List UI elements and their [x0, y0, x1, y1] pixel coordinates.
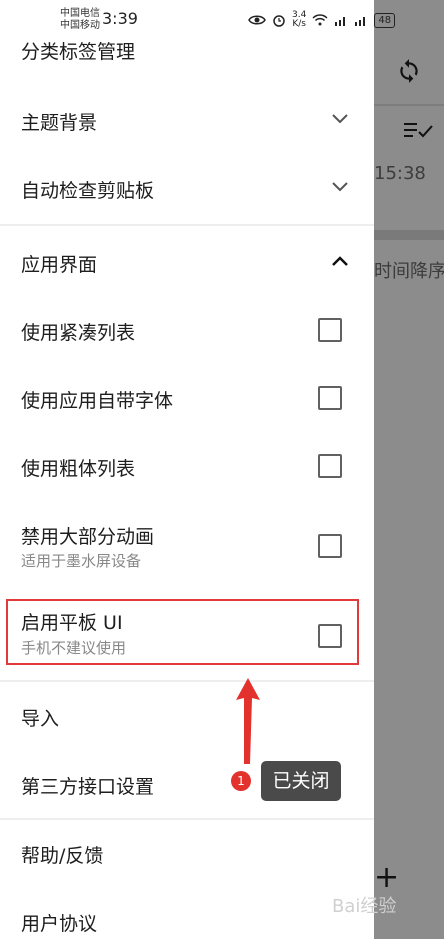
carrier-2: 中国移动 [60, 20, 100, 31]
background-sort-order: 时间降序 [374, 261, 444, 282]
setting-app-font[interactable]: 使用应用自带字体 [0, 376, 374, 420]
divider [0, 224, 374, 226]
red-arrow-icon [236, 678, 260, 764]
menu-item-help-feedback[interactable]: 帮助/反馈 [0, 832, 374, 876]
menu-item-user-agreement[interactable]: 用户协议 [0, 900, 374, 939]
chevron-down-icon [332, 182, 348, 192]
setting-label: 禁用大部分动画 [21, 526, 155, 548]
setting-disable-animation[interactable]: 禁用大部分动画 适用于墨水屏设备 [0, 518, 374, 574]
menu-item-import[interactable]: 导入 [0, 696, 374, 740]
divider [0, 680, 374, 682]
setting-label: 使用应用自带字体 [21, 390, 174, 412]
chevron-up-icon [332, 256, 348, 266]
signal-icon [335, 17, 346, 26]
compact-list-checkbox[interactable] [318, 318, 342, 342]
app-font-checkbox[interactable] [318, 386, 342, 410]
battery-icon: 48 [374, 12, 396, 28]
menu-item-label: 导入 [21, 708, 60, 730]
eye-icon [248, 15, 266, 25]
step-badge: 1 [231, 771, 251, 791]
wifi-icon [312, 14, 328, 26]
menu-item-label: 自动检查剪贴板 [21, 180, 155, 202]
menu-item-label: 用户协议 [21, 913, 98, 935]
menu-item-label: 应用界面 [21, 254, 98, 276]
highlight-box [6, 599, 359, 665]
chevron-down-icon [332, 114, 348, 124]
setting-label: 使用粗体列表 [21, 458, 136, 480]
background-divider [374, 104, 444, 106]
status-bar: 中国电信 中国移动 3:39 3.4 K/s 48 [0, 0, 444, 38]
carrier-info: 中国电信 中国移动 [60, 8, 100, 32]
tooltip-closed: 已关闭 [261, 761, 341, 801]
add-button[interactable]: + [374, 860, 399, 895]
menu-item-label: 主题背景 [21, 112, 98, 134]
watermark: Bai经验 [332, 896, 397, 917]
status-time: 3:39 [102, 9, 138, 28]
carrier-1: 中国电信 [60, 8, 100, 19]
setting-compact-list[interactable]: 使用紧凑列表 [0, 308, 374, 352]
menu-item-label: 第三方接口设置 [21, 776, 155, 798]
setting-bold-list[interactable]: 使用粗体列表 [0, 444, 374, 488]
menu-item-auto-clipboard[interactable]: 自动检查剪贴板 [0, 166, 374, 210]
divider [0, 818, 374, 820]
menu-item-label: 分类标签管理 [21, 41, 136, 63]
bold-list-checkbox[interactable] [318, 454, 342, 478]
setting-sublabel: 适用于墨水屏设备 [21, 552, 142, 570]
background-time: 15:38 [374, 163, 426, 184]
background-app-panel: 15:38 时间降序 + [374, 0, 444, 939]
sync-icon [400, 59, 418, 83]
alarm-icon [273, 15, 285, 27]
network-speed: 3.4 K/s [292, 10, 307, 29]
disable-animation-checkbox[interactable] [318, 534, 342, 558]
signal-icon [355, 17, 366, 26]
setting-label: 使用紧凑列表 [21, 322, 136, 344]
background-band [374, 230, 444, 240]
menu-item-label: 帮助/反馈 [21, 845, 104, 867]
status-icons: 3.4 K/s 48 [248, 10, 396, 30]
sort-check-icon [404, 123, 433, 138]
menu-section-app-interface[interactable]: 应用界面 [0, 240, 374, 284]
menu-item-theme-background[interactable]: 主题背景 [0, 98, 374, 142]
